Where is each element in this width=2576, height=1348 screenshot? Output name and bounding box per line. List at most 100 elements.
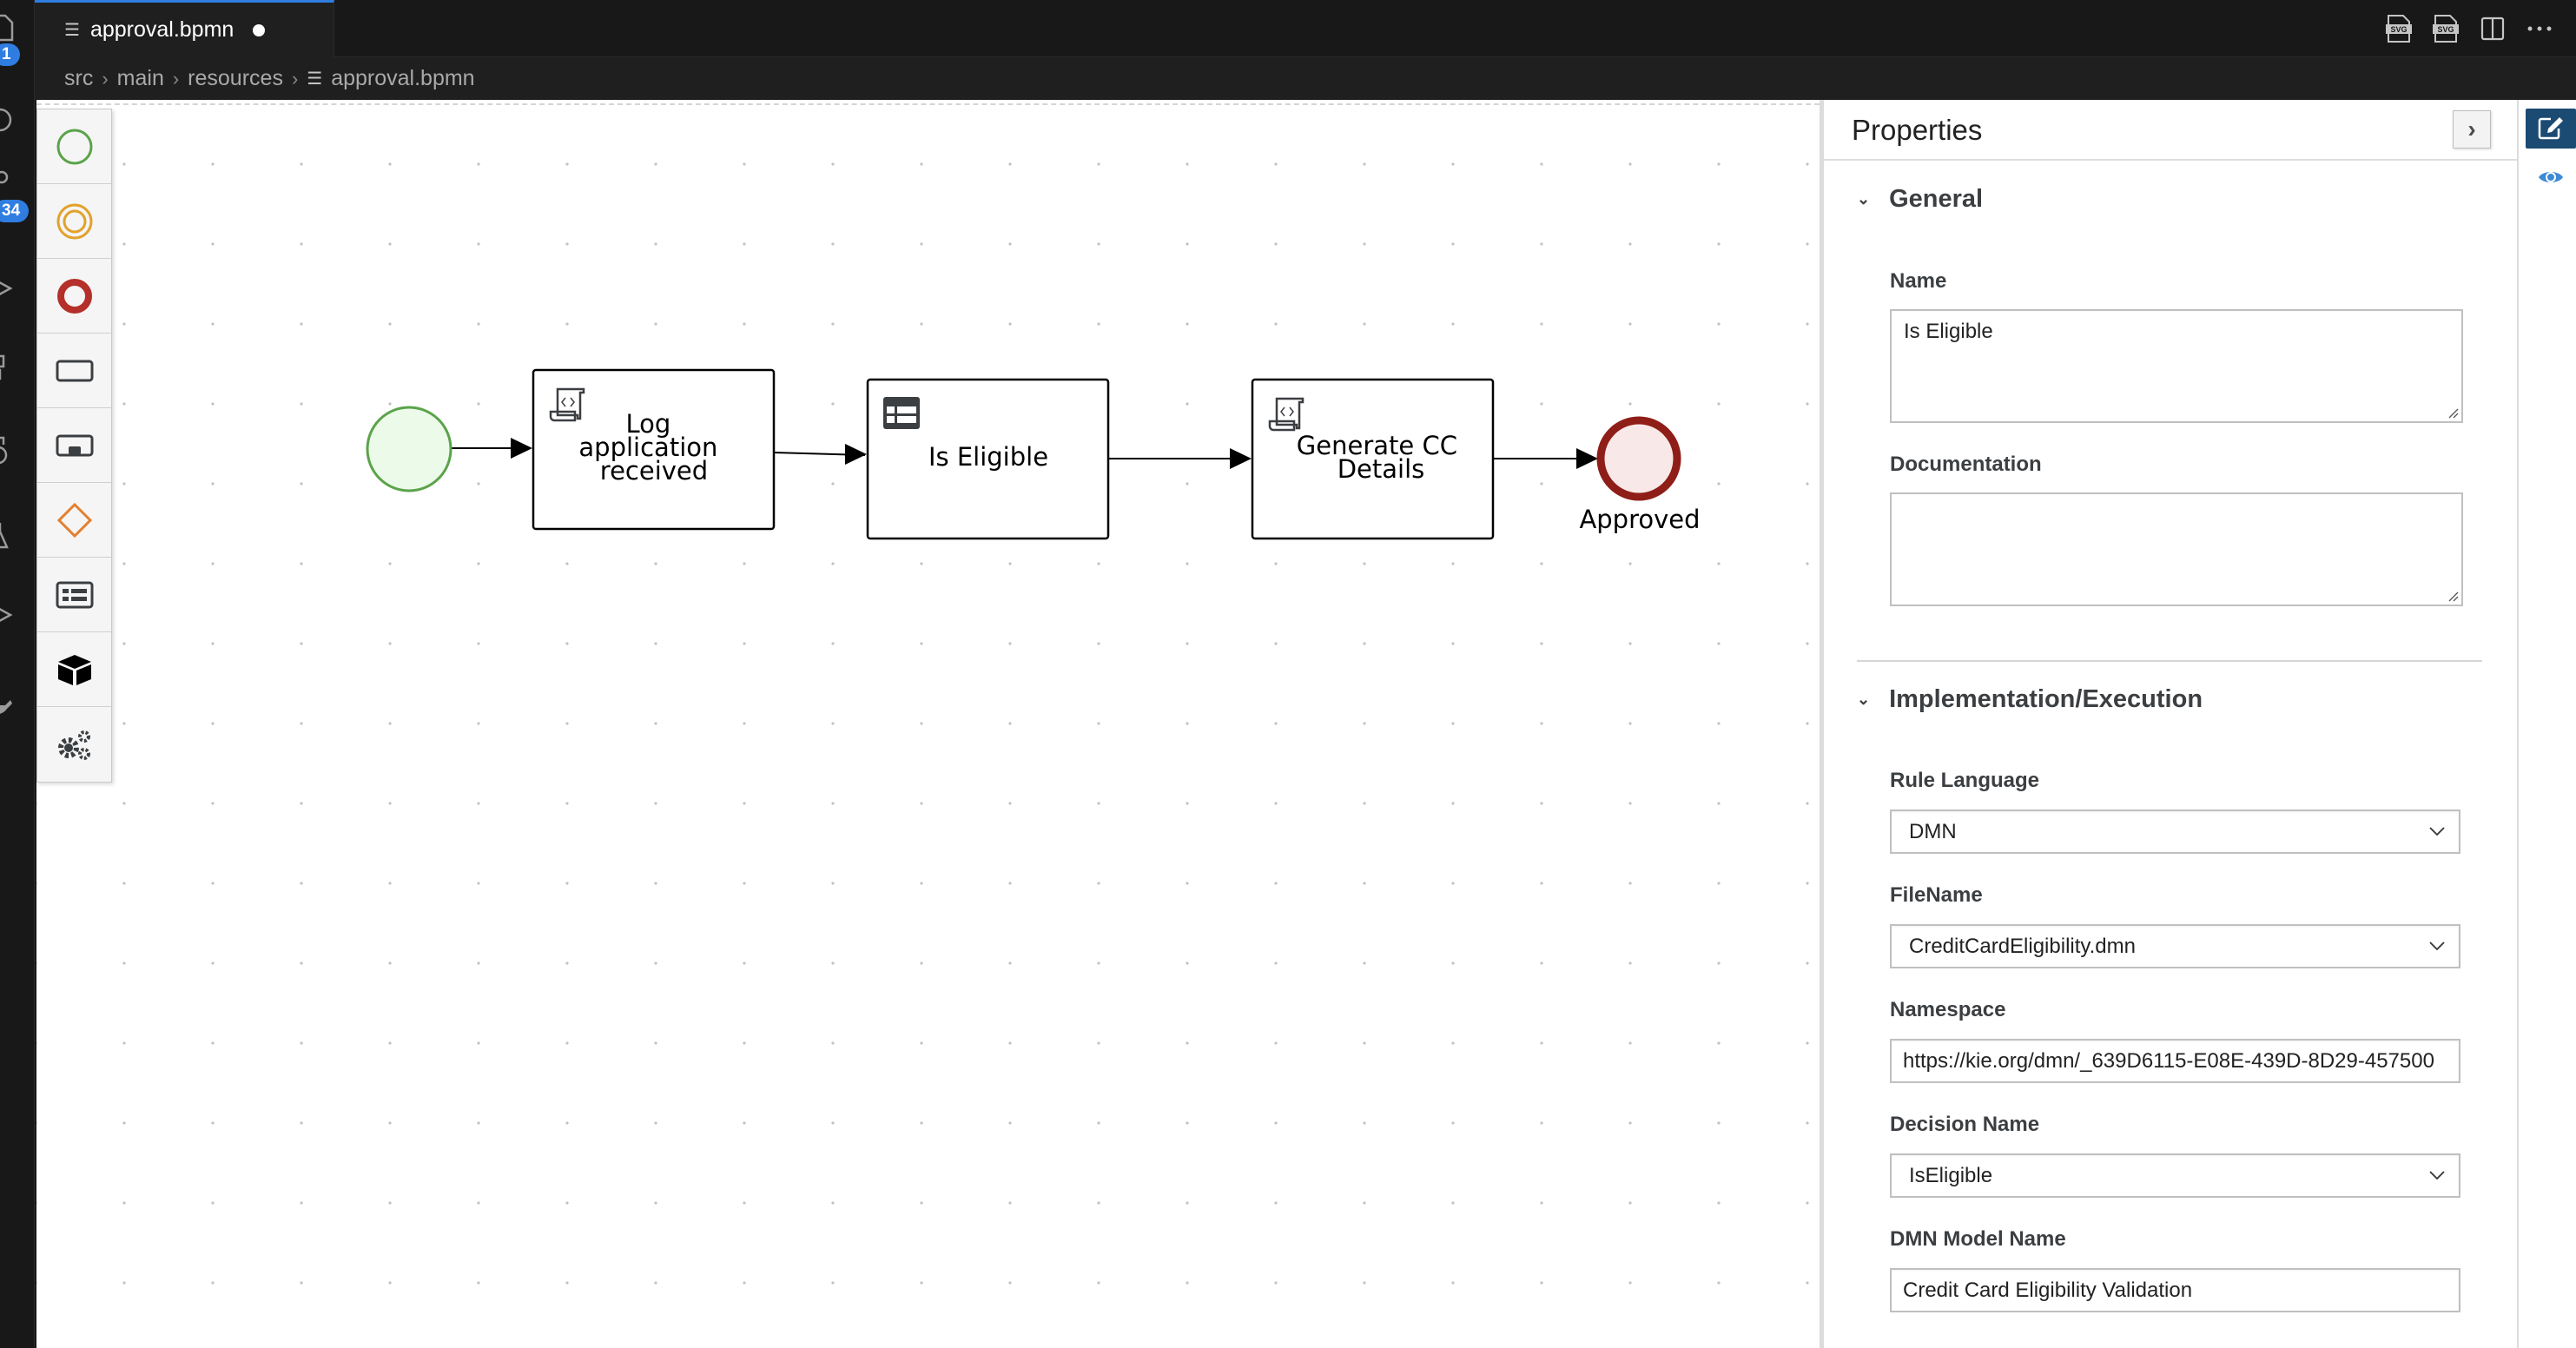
palette-subprocesses[interactable]: [37, 408, 111, 483]
activity-docker[interactable]: [0, 686, 35, 735]
breadcrumb-item[interactable]: approval.bpmn: [331, 66, 474, 91]
arrow-head: [1576, 448, 1598, 469]
shape-palette: [36, 109, 112, 783]
editor-tab-bar: ☰ approval.bpmn SVG SVG: [35, 0, 2576, 57]
section-divider: [1857, 660, 2482, 662]
decision-name-select[interactable]: IsEligible: [1890, 1153, 2460, 1198]
flask-icon: [0, 523, 9, 549]
palette-custom-tasks[interactable]: [37, 707, 111, 782]
script-task-log-application[interactable]: Log application received: [532, 368, 776, 531]
file-lines-icon: ☰: [64, 21, 80, 40]
script-task-generate-cc-details[interactable]: Generate CC Details: [1251, 378, 1495, 540]
resize-handle-icon[interactable]: [2447, 590, 2459, 602]
chevron-down-icon: [2429, 827, 2445, 836]
chevron-down-icon: [2429, 942, 2445, 951]
business-rule-task-is-eligible[interactable]: Is Eligible: [866, 378, 1110, 540]
activity-search[interactable]: [0, 97, 35, 146]
more-actions-icon: [2527, 26, 2552, 31]
filename-label: FileName: [1890, 883, 1983, 907]
end-event-approved[interactable]: [1596, 416, 1681, 501]
chevron-right-icon: ›: [2467, 116, 2476, 142]
rule-language-select[interactable]: DMN: [1890, 809, 2460, 854]
extensions-icon: [0, 354, 5, 380]
export-svg-button[interactable]: SVG: [2383, 13, 2414, 44]
explorer-badge: 1: [0, 43, 20, 66]
edit-properties-icon: [2538, 117, 2563, 140]
decision-name-label: Decision Name: [1890, 1113, 2040, 1136]
filename-select[interactable]: CreditCardEligibility.dmn: [1890, 924, 2460, 968]
subprocess-icon: [56, 434, 93, 456]
run-icon: [0, 281, 13, 295]
export-svg-alt-button[interactable]: SVG: [2430, 13, 2461, 44]
task-label: Is Eligible: [928, 442, 1048, 472]
editor-actions: SVG SVG: [2383, 0, 2576, 57]
palette-artifacts[interactable]: [37, 632, 111, 707]
namespace-input[interactable]: https://kie.org/dmn/_639D6115-E08E-439D-…: [1890, 1039, 2460, 1083]
bpmn-canvas[interactable]: Log application received Is Eligible Gen…: [36, 100, 1820, 1348]
tab-label: approval.bpmn: [89, 17, 234, 42]
decision-name-value: IsEligible: [1909, 1163, 1993, 1187]
custom-tasks-gears-icon: [57, 730, 90, 760]
side-toolbar: [2517, 100, 2576, 1348]
palette-intermediate-events[interactable]: [37, 184, 111, 259]
palette-start-events[interactable]: [37, 109, 111, 184]
tab-approval-bpmn[interactable]: ☰ approval.bpmn: [35, 0, 334, 57]
chevron-down-icon: [2429, 1171, 2445, 1180]
file-lines-icon: ☰: [307, 69, 323, 89]
breadcrumb-item[interactable]: resources: [188, 66, 283, 91]
activity-explorer[interactable]: 1: [0, 5, 35, 66]
section-implementation-toggle[interactable]: ⌄ Implementation/Execution: [1857, 685, 2203, 714]
task-icon: [56, 360, 93, 381]
arrow-head: [1230, 448, 1252, 469]
split-editor-button[interactable]: [2477, 13, 2508, 44]
activity-run-debug[interactable]: [0, 266, 35, 314]
container-icon: [56, 581, 93, 608]
palette-containers[interactable]: [37, 558, 111, 632]
activity-source-control[interactable]: 34: [0, 162, 35, 222]
start-event-icon: [56, 129, 92, 164]
name-value: Is Eligible: [1904, 320, 1993, 343]
chevron-down-icon: ⌄: [1857, 190, 1871, 208]
activity-run-alt[interactable]: [0, 592, 35, 641]
preview-eye-icon: [2539, 172, 2563, 182]
activity-remote-explorer[interactable]: [0, 427, 35, 476]
preview-button[interactable]: [2526, 157, 2576, 197]
rule-language-value: DMN: [1909, 819, 1957, 843]
activity-testing[interactable]: [0, 512, 35, 561]
activity-extensions[interactable]: [0, 346, 35, 394]
svg-text:SVG: SVG: [2390, 25, 2407, 34]
name-textarea[interactable]: Is Eligible: [1890, 309, 2463, 423]
search-icon: [0, 108, 12, 132]
palette-activities[interactable]: [37, 334, 111, 408]
palette-gateways[interactable]: [37, 483, 111, 558]
export-svg-alt-icon: SVG: [2433, 15, 2459, 43]
palette-end-events[interactable]: [37, 259, 111, 334]
edit-properties-button[interactable]: [2526, 109, 2576, 149]
activity-bar: 1 34: [0, 0, 35, 1348]
more-actions-button[interactable]: [2524, 13, 2555, 44]
unsaved-dot-icon[interactable]: [253, 23, 266, 36]
docker-icon: [0, 700, 12, 714]
breadcrumb-item[interactable]: main: [117, 66, 164, 91]
properties-header: Properties ›: [1824, 100, 2517, 161]
collapse-panel-button[interactable]: ›: [2453, 110, 2491, 149]
end-event-icon: [56, 278, 92, 314]
section-general-toggle[interactable]: ⌄ General: [1857, 185, 1983, 214]
namespace-label: Namespace: [1890, 998, 2006, 1021]
vscode-window: 1 34 ☰ approval.bpmn SVG SVG src › main …: [0, 0, 2576, 1348]
filename-value: CreditCardEligibility.dmn: [1909, 934, 2136, 958]
documentation-label: Documentation: [1890, 453, 2042, 476]
namespace-value: https://kie.org/dmn/_639D6115-E08E-439D-…: [1903, 1048, 2434, 1073]
start-event[interactable]: [366, 406, 452, 492]
breadcrumb: src › main › resources › ☰ approval.bpmn: [35, 57, 2576, 100]
source-control-icon: [0, 170, 9, 184]
play-outline-icon: [0, 608, 13, 622]
documentation-textarea[interactable]: [1890, 492, 2463, 606]
arrow-head: [845, 444, 867, 465]
end-event-label: Approved: [1579, 505, 1700, 534]
section-title: Implementation/Execution: [1889, 685, 2203, 713]
breadcrumb-item[interactable]: src: [64, 66, 93, 91]
resize-handle-icon[interactable]: [2447, 406, 2459, 419]
chevron-right-icon: ›: [102, 67, 109, 89]
dmn-model-name-input[interactable]: Credit Card Eligibility Validation: [1890, 1268, 2460, 1312]
